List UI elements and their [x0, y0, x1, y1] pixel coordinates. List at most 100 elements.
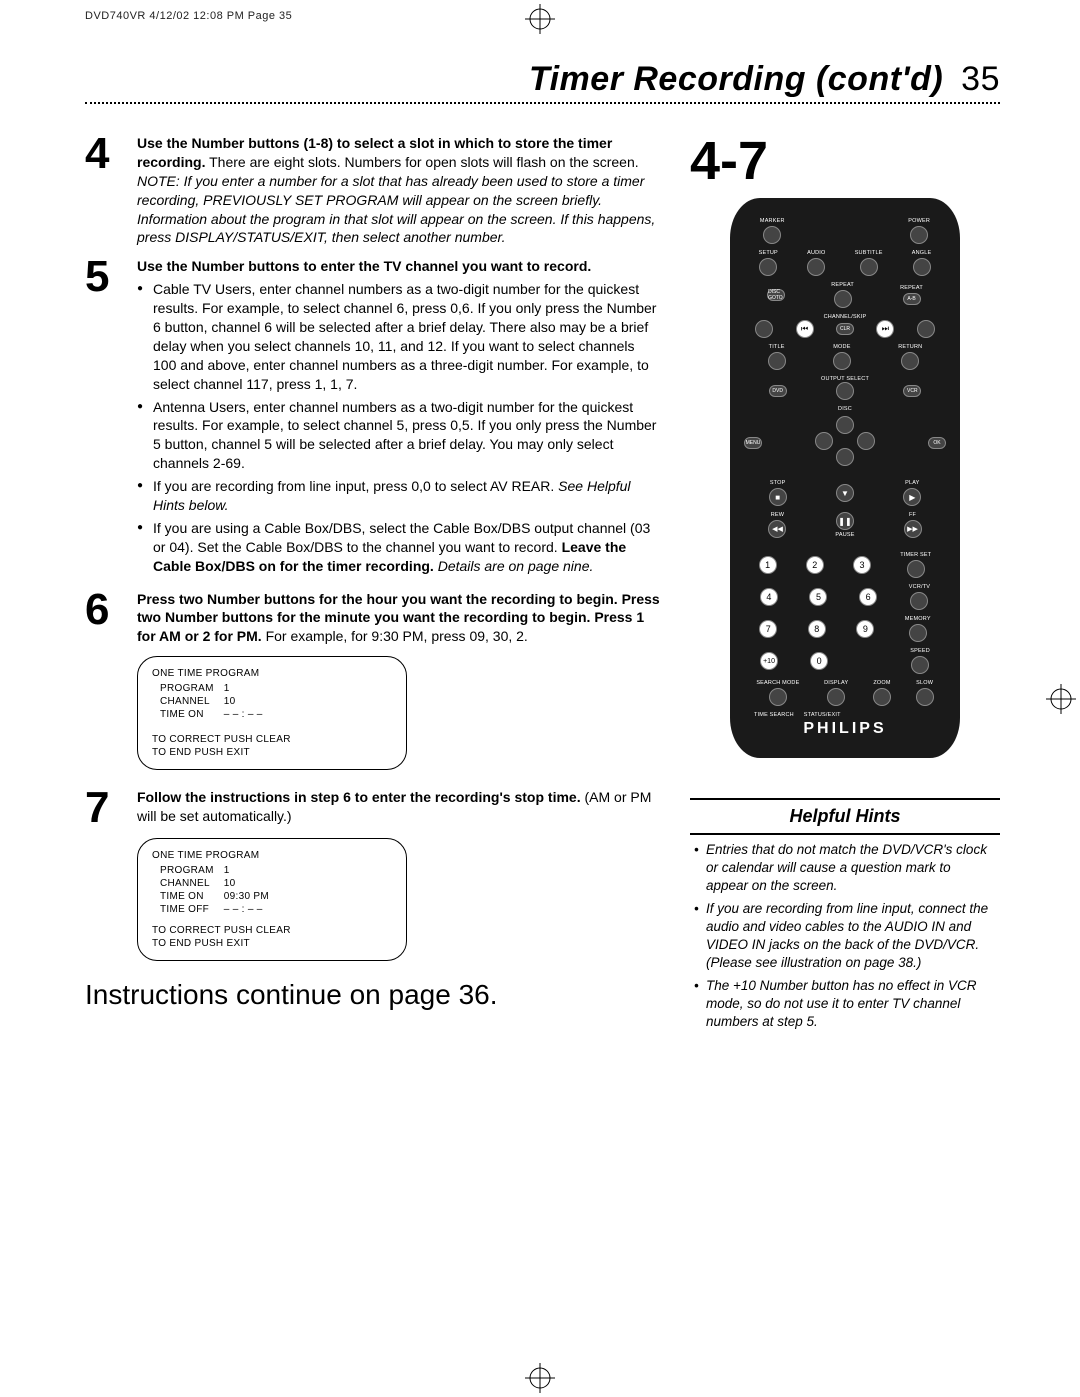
lbl: REW	[771, 512, 784, 518]
hint-text: Entries that do not match the DVD/VCR's …	[706, 842, 987, 893]
step5-bold: Use the Number buttons to enter the TV c…	[137, 258, 591, 274]
page-content: Timer Recording (cont'd) 35 4 Use the Nu…	[85, 60, 1000, 1337]
table-row: TIME OFF– – : – –	[160, 903, 279, 916]
list-item: If you are using a Cable Box/DBS, select…	[137, 519, 660, 576]
screen-footer: TO CORRECT PUSH CLEAR	[152, 733, 392, 746]
left-column: 4 Use the Number buttons (1-8) to select…	[85, 134, 660, 1041]
step-number: 7	[85, 788, 125, 828]
remote-brand: PHILIPS	[730, 720, 960, 738]
btn-num: 2	[806, 556, 824, 574]
screen-table: PROGRAM1 CHANNEL10 TIME ON09:30 PM TIME …	[160, 864, 279, 916]
btn-num: 0	[810, 652, 828, 670]
btn	[917, 320, 935, 338]
cell: CHANNEL	[160, 695, 224, 708]
cell: – – : – –	[224, 708, 273, 721]
step6-rest: For example, for 9:30 PM, press 09, 30, …	[262, 628, 528, 644]
btn-marker	[763, 226, 781, 244]
lbl: MODE	[833, 344, 850, 350]
btn-num: 5	[809, 588, 827, 606]
crop-mark-top	[525, 4, 555, 34]
btn-vcr: VCR	[903, 385, 921, 397]
btn-num: 9	[856, 620, 874, 638]
screen-footer: TO END PUSH EXIT	[152, 746, 392, 759]
screen-box-1: ONE TIME PROGRAM PROGRAM1 CHANNEL10 TIME…	[137, 656, 407, 770]
lbl: SETUP	[759, 250, 778, 256]
lbl: PLAY	[905, 480, 919, 486]
lbl: SLOW	[916, 680, 933, 686]
btn	[909, 624, 927, 642]
btn-clr: CLR	[836, 323, 854, 335]
btn	[916, 688, 934, 706]
table-row: CHANNEL10	[160, 695, 273, 708]
lbl: MEMORY	[905, 616, 931, 622]
btn-down	[836, 448, 854, 466]
screen-title: ONE TIME PROGRAM	[152, 849, 392, 862]
btn	[768, 352, 786, 370]
btn	[901, 352, 919, 370]
lbl: SUBTITLE	[855, 250, 883, 256]
btn-num: 8	[808, 620, 826, 638]
step-5: 5 Use the Number buttons to enter the TV…	[85, 257, 660, 579]
step7-bold: Follow the instructions in step 6 to ent…	[137, 789, 581, 805]
lbl: DISPLAY	[824, 680, 848, 686]
btn-dvd: DVD	[769, 385, 787, 397]
step-body: Follow the instructions in step 6 to ent…	[137, 788, 660, 828]
helpful-hints: Helpful Hints Entries that do not match …	[690, 798, 1000, 1041]
btn	[807, 258, 825, 276]
btn-rew: ◀◀	[768, 520, 786, 538]
lbl-power: POWER	[908, 218, 930, 224]
btn	[911, 656, 929, 674]
screen-table: PROGRAM1 CHANNEL10 TIME ON– – : – –	[160, 682, 273, 721]
cell: TIME ON	[160, 708, 224, 721]
step-number: 5	[85, 257, 125, 579]
lbl: TIMER SET	[900, 552, 931, 558]
cell: 10	[224, 695, 273, 708]
lbl: SEARCH MODE	[756, 680, 799, 686]
continue-text: Instructions continue on page 36.	[85, 979, 660, 1011]
btn-ab: A-B	[903, 293, 921, 305]
page-number: 35	[961, 60, 1000, 98]
step-body: Press two Number buttons for the hour yo…	[137, 590, 660, 647]
btn-ok: OK	[928, 437, 946, 449]
btn	[873, 688, 891, 706]
list-item: If you are recording from line input, co…	[694, 900, 996, 973]
title-rule	[85, 102, 1000, 104]
screen-footer: TO CORRECT PUSH CLEAR	[152, 924, 392, 937]
btn-power	[910, 226, 928, 244]
btn-next: ⏭	[876, 320, 894, 338]
btn	[827, 688, 845, 706]
dpad	[815, 416, 875, 466]
list-item: Cable TV Users, enter channel numbers as…	[137, 280, 660, 393]
cell: PROGRAM	[160, 864, 224, 877]
btn-pause: ❚❚	[836, 512, 854, 530]
btn-num: 3	[853, 556, 871, 574]
table-row: TIME ON– – : – –	[160, 708, 273, 721]
btn-play: ▶	[903, 488, 921, 506]
bullet-text: If you are recording from line input, pr…	[153, 478, 558, 494]
cell: PROGRAM	[160, 682, 224, 695]
cell: – – : – –	[224, 903, 279, 916]
lbl: ZOOM	[873, 680, 890, 686]
btn-ff: ▶▶	[904, 520, 922, 538]
lbl: FF	[909, 512, 916, 518]
table-row: PROGRAM1	[160, 864, 279, 877]
page-title: Timer Recording (cont'd) 35	[85, 60, 1000, 99]
screen-footer: TO END PUSH EXIT	[152, 937, 392, 950]
bullet-text: Cable TV Users, enter channel numbers as…	[153, 281, 656, 391]
lbl: REPEAT	[900, 285, 923, 291]
right-column: 4-7 MARKER POWER SETUP AUDIO SUBTITLE AN…	[690, 134, 1000, 1041]
lbl: RETURN	[898, 344, 922, 350]
btn-left	[815, 432, 833, 450]
btn-right	[857, 432, 875, 450]
btn	[833, 352, 851, 370]
table-row: TIME ON09:30 PM	[160, 890, 279, 903]
helpful-list: Entries that do not match the DVD/VCR's …	[690, 835, 1000, 1041]
lbl: SPEED	[910, 648, 930, 654]
btn	[910, 592, 928, 610]
cell: 09:30 PM	[224, 890, 279, 903]
lbl: AUDIO	[807, 250, 825, 256]
screen-title: ONE TIME PROGRAM	[152, 667, 392, 680]
crop-mark-bottom	[525, 1363, 555, 1393]
helpful-title: Helpful Hints	[690, 800, 1000, 835]
cell: TIME OFF	[160, 903, 224, 916]
